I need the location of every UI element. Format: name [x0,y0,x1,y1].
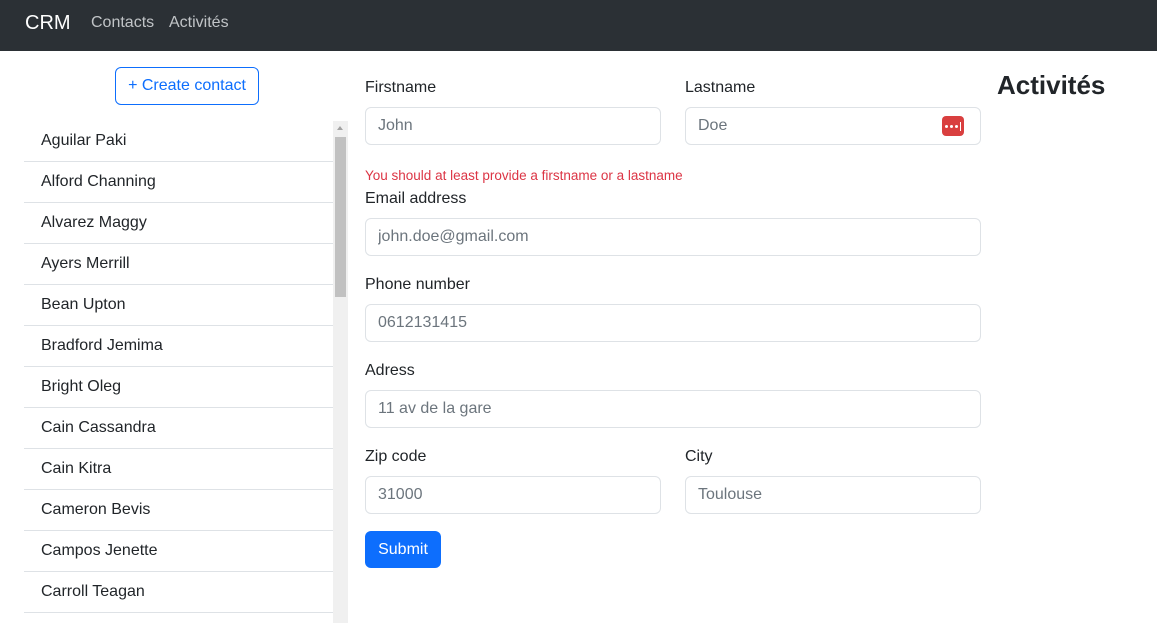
email-label: Email address [365,190,467,207]
submit-button[interactable]: Submit [365,531,441,568]
contact-list-item[interactable]: Cain Kitra [24,449,333,490]
phone-input[interactable] [365,304,981,342]
address-input[interactable] [365,390,981,428]
brand-logo[interactable]: CRM [25,12,71,35]
contact-list-item[interactable]: Campos Jenette [24,531,333,572]
contact-list-item[interactable]: Alvarez Maggy [24,203,333,244]
nav-link-contacts[interactable]: Contacts [91,14,154,32]
zip-code-input[interactable] [365,476,661,514]
contact-list: Aguilar Paki Alford Channing Alvarez Mag… [24,121,333,623]
nav-link-activites[interactable]: Activités [169,14,229,32]
city-label: City [685,448,713,465]
activities-heading: Activités [997,70,1106,100]
navbar: CRM Contacts Activités [0,0,1157,51]
name-error-message: You should at least provide a firstname … [365,168,683,183]
email-input[interactable] [365,218,981,256]
address-label: Adress [365,362,415,379]
firstname-label: Firstname [365,79,437,96]
scroll-up-arrow-icon[interactable] [337,126,343,130]
phone-label: Phone number [365,276,470,293]
scrollbar-thumb[interactable] [335,137,346,297]
firstname-input[interactable] [365,107,661,145]
dot-icon [949,124,953,128]
contact-list-item[interactable]: Ayers Merrill [24,244,333,285]
contact-list-item[interactable]: Cameron Bevis [24,490,333,531]
password-manager-icon[interactable] [942,116,964,136]
lastname-label: Lastname [685,79,756,96]
contact-list-item[interactable]: Bradford Jemima [24,326,333,367]
contact-list-item[interactable]: Carroll Teagan [24,572,333,613]
dot-icon [954,124,958,128]
contact-list-scrollbar[interactable] [333,121,348,623]
zip-code-label: Zip code [365,448,427,465]
contact-list-item[interactable]: Bright Oleg [24,367,333,408]
dot-icon [944,124,948,128]
create-contact-button[interactable]: + Create contact [115,67,259,105]
contact-list-item[interactable]: Cain Cassandra [24,408,333,449]
lastname-input[interactable] [685,107,981,145]
cursor-bar-icon [959,121,962,131]
contact-list-item[interactable]: Aguilar Paki [24,121,333,162]
city-input[interactable] [685,476,981,514]
contact-list-item[interactable]: Bean Upton [24,285,333,326]
contact-list-item[interactable]: Alford Channing [24,162,333,203]
